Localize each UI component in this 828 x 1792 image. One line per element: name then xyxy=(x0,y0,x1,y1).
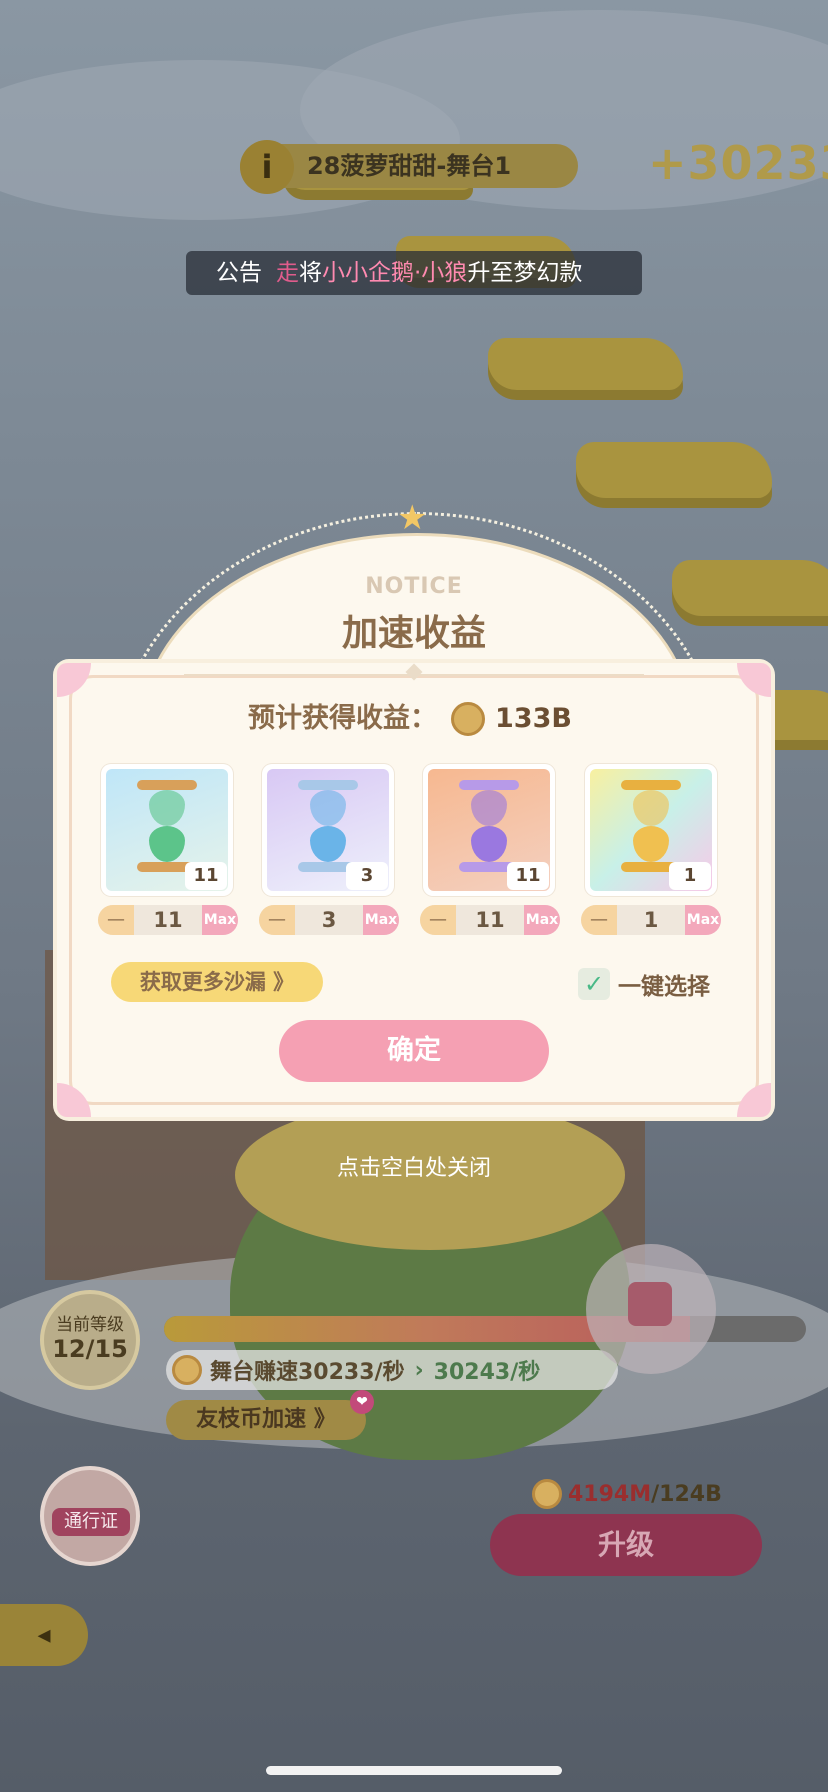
one-key-select[interactable]: ✓ 一键选择 xyxy=(578,966,710,1002)
hourglass-bulb xyxy=(471,826,507,862)
quantity-value[interactable]: 1 xyxy=(617,905,685,935)
back-button[interactable]: ◂ xyxy=(0,1604,88,1666)
coins-owned: 4194M xyxy=(568,1481,652,1507)
upgrade-cost: 4194M /124B xyxy=(532,1478,722,1510)
hourglass-bulb xyxy=(633,826,669,862)
hourglass-card-golden[interactable]: 1 xyxy=(585,764,717,896)
owned-count: 3 xyxy=(346,862,388,890)
owned-count: 11 xyxy=(185,862,227,890)
hourglass-bulb xyxy=(149,790,185,826)
info-icon[interactable]: i xyxy=(240,140,294,194)
checkbox-checked-icon[interactable]: ✓ xyxy=(578,968,610,1000)
confirm-button[interactable]: 确定 xyxy=(279,1020,549,1082)
hourglass-bulb xyxy=(471,790,507,826)
level-label: 当前等级 xyxy=(56,1315,124,1335)
decrease-button[interactable]: — xyxy=(259,905,295,935)
announcement-highlight: 小小企鹅·小狼 xyxy=(322,260,468,286)
heart-badge-icon: ❤ xyxy=(350,1390,374,1414)
floating-platform xyxy=(488,338,683,390)
hourglass-bulb xyxy=(149,826,185,862)
quantity-stepper-purple: — 11 Max xyxy=(420,905,560,935)
coin-icon xyxy=(532,1479,562,1509)
battle-pass-label: 通行证 xyxy=(52,1508,130,1536)
friend-coin-boost-button[interactable]: 友枝币加速 》 xyxy=(166,1400,366,1440)
max-button[interactable]: Max xyxy=(363,905,399,935)
announcement-fragment: 走 xyxy=(276,260,299,286)
announcement-bar: 公告 走将小小企鹅·小狼升至梦幻款 xyxy=(186,251,642,295)
owned-count: 1 xyxy=(669,862,711,890)
star-icon: ★ xyxy=(397,498,428,538)
max-button[interactable]: Max xyxy=(685,905,721,935)
close-hint: 点击空白处关闭 xyxy=(336,1156,491,1181)
get-more-hourglasses-button[interactable]: 获取更多沙漏 》 xyxy=(111,962,323,1002)
golden-hourglass-icon xyxy=(621,780,681,872)
gift-icon xyxy=(628,1282,672,1326)
upgrade-button[interactable]: 升级 xyxy=(490,1514,762,1576)
max-button[interactable]: Max xyxy=(202,905,238,935)
max-button[interactable]: Max xyxy=(524,905,560,935)
current-rate: 舞台赚速30233/秒 xyxy=(210,1360,405,1385)
quantity-value[interactable]: 11 xyxy=(134,905,202,935)
announcement-label: 公告 xyxy=(216,260,262,286)
announcement-prefix: 将 xyxy=(299,260,322,286)
level-value: 12/15 xyxy=(52,1335,128,1363)
quantity-value[interactable]: 3 xyxy=(295,905,363,935)
hourglass-cap xyxy=(459,780,519,790)
coin-icon xyxy=(451,702,485,736)
blue-hourglass-icon xyxy=(298,780,358,872)
expected-income: 预计获得收益： 133B xyxy=(248,698,572,740)
level-badge[interactable]: 当前等级 12/15 xyxy=(40,1290,140,1390)
hourglass-card-blue[interactable]: 3 xyxy=(262,764,394,896)
hourglass-cap xyxy=(621,780,681,790)
one-key-select-label: 一键选择 xyxy=(618,974,710,1000)
announcement-suffix: 升至梦幻款 xyxy=(467,260,583,286)
decrease-button[interactable]: — xyxy=(581,905,617,935)
coin-icon xyxy=(172,1355,202,1385)
coin-counter: +30233 xyxy=(648,136,828,190)
hourglass-cap xyxy=(137,780,197,790)
hourglass-card-purple[interactable]: 11 xyxy=(423,764,555,896)
purple-hourglass-icon xyxy=(459,780,519,872)
expected-income-amount: 133B xyxy=(495,703,572,734)
hourglass-card-green[interactable]: 11 xyxy=(101,764,233,896)
dialog-title: 加速收益 xyxy=(341,613,486,654)
green-hourglass-icon xyxy=(137,780,197,872)
owned-count: 11 xyxy=(507,862,549,890)
decrease-button[interactable]: — xyxy=(98,905,134,935)
hourglass-cap xyxy=(298,780,358,790)
gift-button[interactable] xyxy=(586,1244,716,1374)
home-indicator[interactable] xyxy=(266,1766,562,1775)
decrease-button[interactable]: — xyxy=(420,905,456,935)
quantity-value[interactable]: 11 xyxy=(456,905,524,935)
hourglass-bulb xyxy=(310,826,346,862)
quantity-stepper-green: — 11 Max xyxy=(98,905,238,935)
hourglass-bulb xyxy=(310,790,346,826)
quantity-stepper-blue: — 3 Max xyxy=(259,905,399,935)
battle-pass-button[interactable]: 通行证 xyxy=(40,1466,140,1566)
arrow-right-icon: › xyxy=(414,1357,424,1383)
floating-platform xyxy=(576,442,772,498)
earning-rate: 舞台赚速30233/秒 › 30243/秒 xyxy=(166,1350,618,1390)
dialog-subtitle: NOTICE xyxy=(365,574,463,599)
coins-required: /124B xyxy=(651,1481,722,1507)
quantity-stepper-golden: — 1 Max xyxy=(581,905,721,935)
expected-income-label: 预计获得收益： xyxy=(248,703,437,734)
next-rate: 30243/秒 xyxy=(433,1360,541,1385)
hourglass-bulb xyxy=(633,790,669,826)
